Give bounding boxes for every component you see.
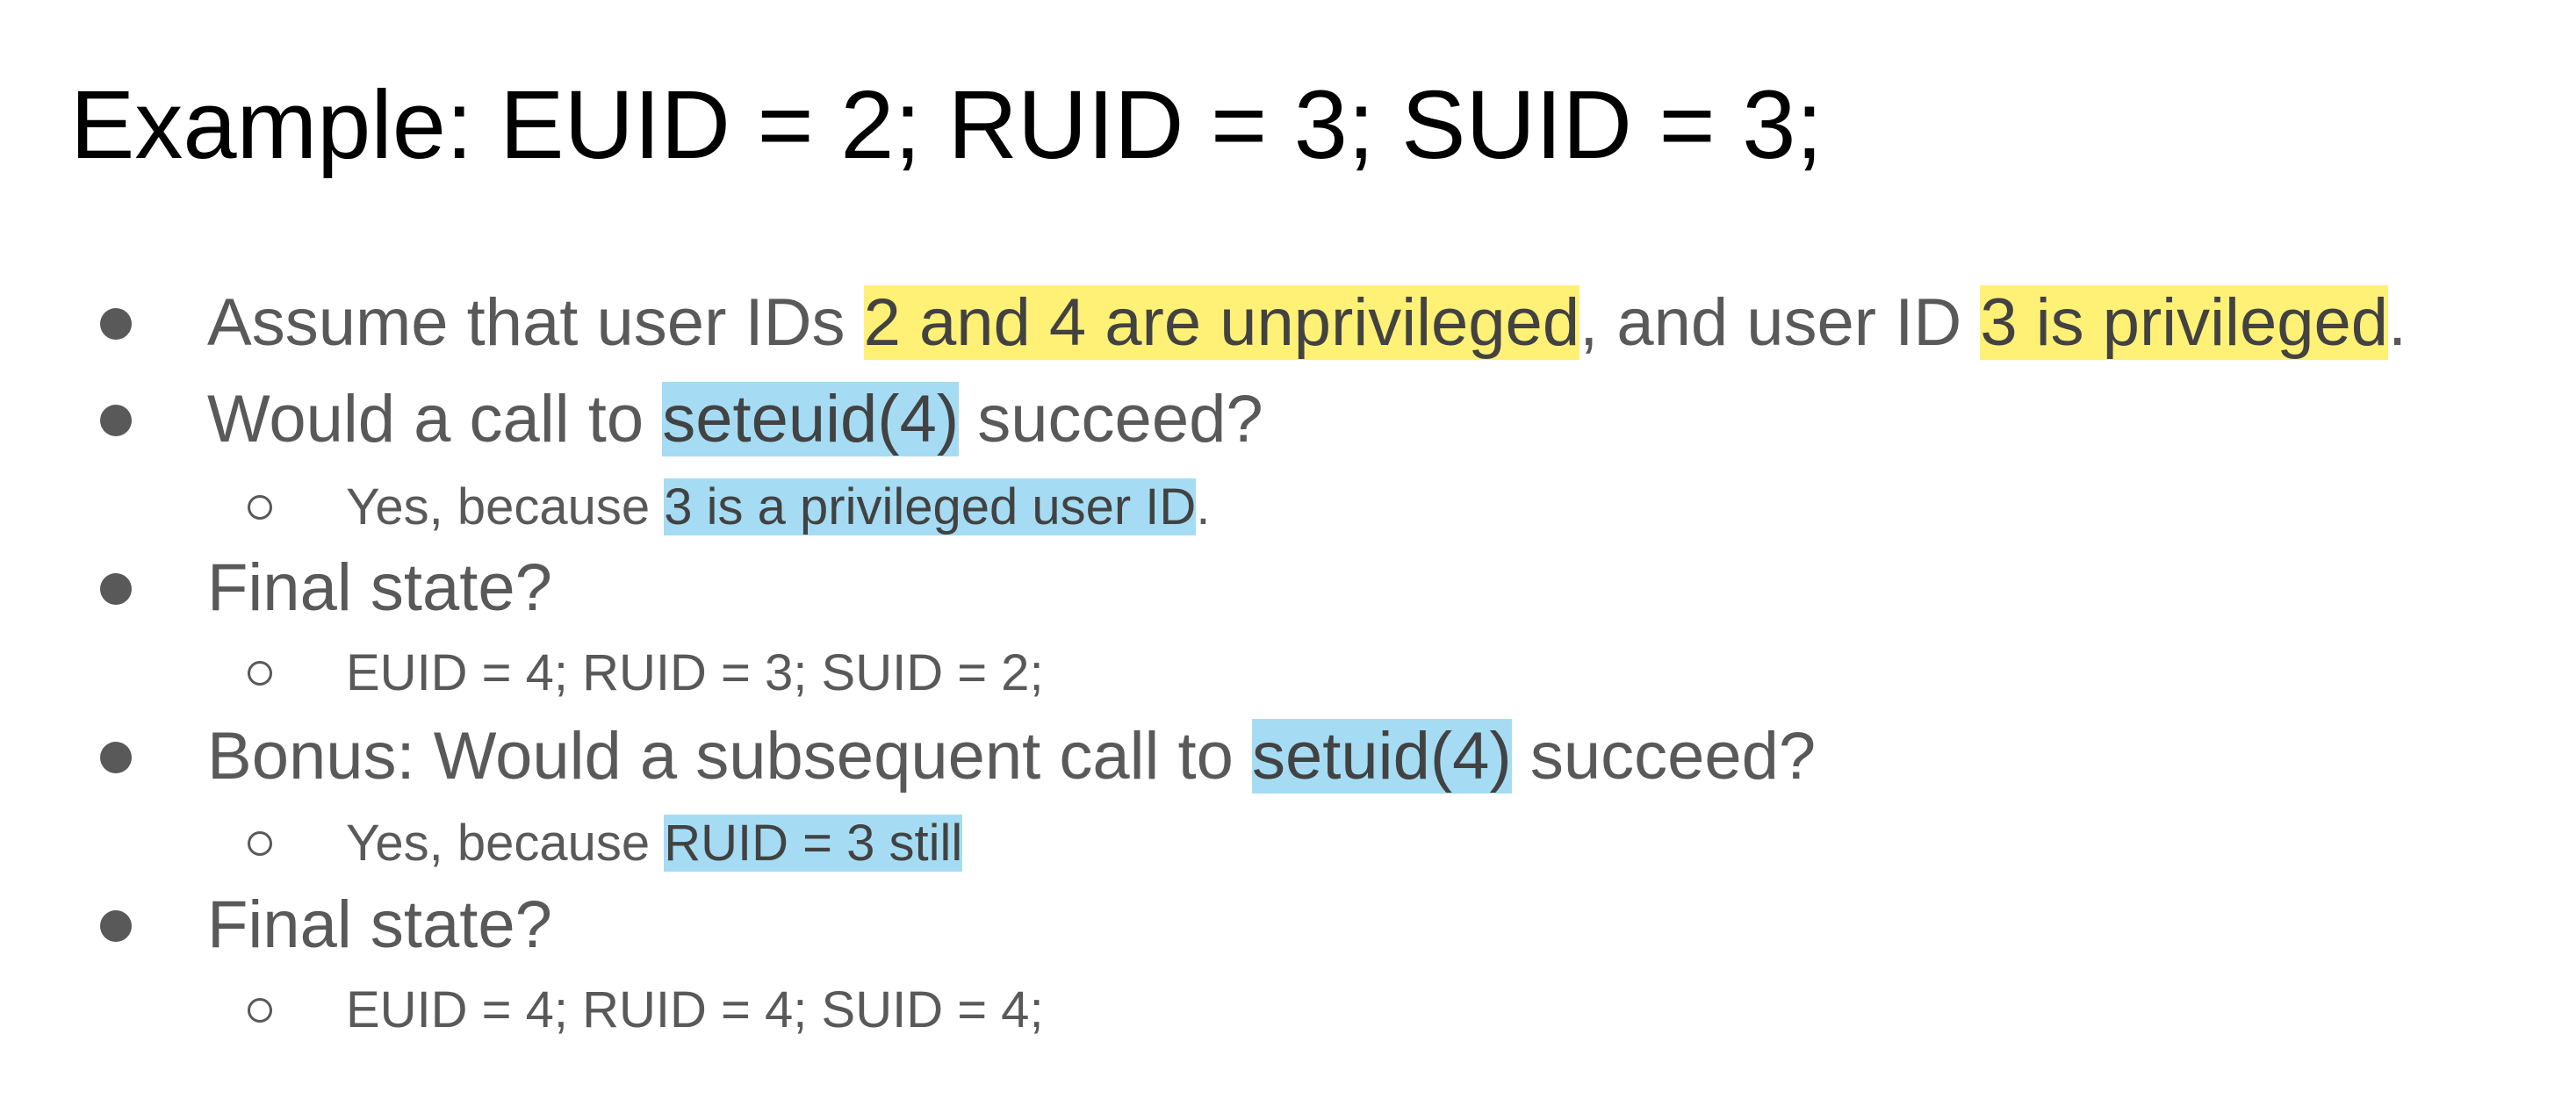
text-run: EUID = 4; RUID = 3; SUID = 2;: [346, 644, 1044, 701]
text-run: .: [1196, 478, 1211, 535]
sub-bullet-text-5: EUID = 4; RUID = 4; SUID = 4;: [346, 980, 1044, 1041]
text-run: .: [2388, 285, 2407, 360]
bullet-text-5: Final state?: [207, 885, 552, 966]
text-run: Bonus: Would a subsequent call to: [207, 719, 1253, 794]
bullet-text-1: Assume that user IDs 2 and 4 are unprivi…: [207, 283, 2407, 363]
bullet-text-2: Would a call to seteuid(4) succeed?: [207, 379, 1263, 460]
hollow-bullet-icon: [248, 495, 272, 520]
filled-bullet-icon: [100, 405, 132, 436]
slide-title: Example: EUID = 2; RUID = 3; SUID = 3;: [70, 71, 1824, 179]
hollow-bullet-icon: [248, 661, 272, 686]
highlight-setuid: setuid(4): [1252, 719, 1512, 794]
filled-bullet-icon: [100, 573, 132, 605]
highlight-ruid-still: RUID = 3 still: [664, 815, 963, 872]
sub-bullet-text-4: Yes, because RUID = 3 still: [346, 813, 963, 874]
text-run: succeed?: [959, 382, 1263, 456]
text-run: Would a call to: [207, 382, 663, 456]
highlight-privileged-user-id: 3 is a privileged user ID: [664, 478, 1197, 535]
text-run: EUID = 4; RUID = 4; SUID = 4;: [346, 981, 1044, 1038]
highlight-unprivileged: 2 and 4 are unprivileged: [863, 285, 1580, 360]
slide: Example: EUID = 2; RUID = 3; SUID = 3; A…: [0, 0, 2576, 1099]
text-run: , and user ID: [1579, 285, 1981, 360]
text-run: Assume that user IDs: [207, 285, 864, 360]
sub-bullet-text-2: Yes, because 3 is a privileged user ID.: [346, 477, 1210, 538]
filled-bullet-icon: [100, 308, 132, 340]
text-run: Yes, because: [346, 815, 665, 872]
text-run: succeed?: [1511, 719, 1817, 794]
text-run: Yes, because: [346, 478, 665, 535]
highlight-seteuid: seteuid(4): [662, 382, 960, 456]
text-run: Final state?: [207, 887, 552, 962]
text-run: Final state?: [207, 550, 552, 625]
sub-bullet-text-3: EUID = 4; RUID = 3; SUID = 2;: [346, 643, 1044, 704]
bullet-text-3: Final state?: [207, 548, 552, 629]
filled-bullet-icon: [100, 742, 132, 773]
hollow-bullet-icon: [248, 998, 272, 1023]
highlight-privileged: 3 is privileged: [1980, 285, 2389, 360]
bullet-text-4: Bonus: Would a subsequent call to setuid…: [207, 716, 1816, 797]
filled-bullet-icon: [100, 910, 132, 942]
hollow-bullet-icon: [248, 831, 272, 856]
